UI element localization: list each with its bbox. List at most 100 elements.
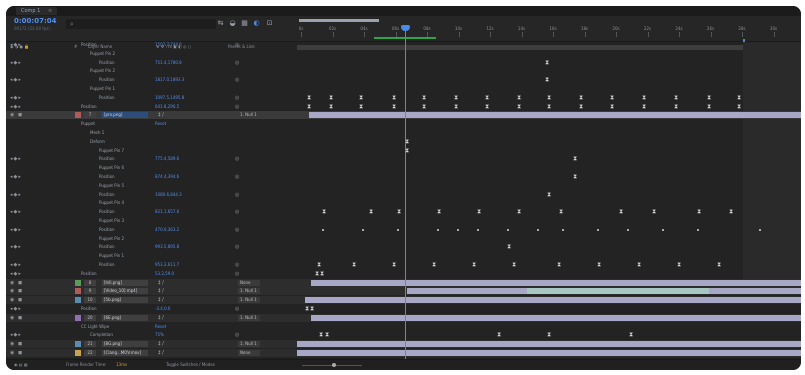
- keyframe-icon[interactable]: ⧗: [310, 306, 314, 312]
- group-name[interactable]: Puppet Pin 4: [99, 199, 124, 207]
- layer-switches[interactable]: ◉ ◼: [10, 340, 23, 348]
- label-color-swatch[interactable]: [75, 350, 81, 356]
- keyframe-icon[interactable]: ⧗: [329, 94, 333, 101]
- keyframe-icon[interactable]: ⧗: [547, 191, 551, 198]
- keyframe-icon[interactable]: ⧗: [579, 94, 583, 101]
- keyframe-icon[interactable]: ⧗: [307, 103, 311, 110]
- timeline-track[interactable]: ⧗: [297, 243, 801, 251]
- keyframe-icon[interactable]: ⧗: [317, 262, 321, 268]
- timeline-track[interactable]: ⧗: [297, 173, 801, 181]
- keyframe-icon[interactable]: ⧗: [392, 103, 396, 110]
- property-name[interactable]: Position: [99, 243, 115, 251]
- parent-dropdown[interactable]: 1. Null 1: [238, 288, 260, 295]
- keyframe-navigator[interactable]: ◂◆▸: [10, 155, 22, 163]
- layer-switch-icons[interactable]: ‡ /: [158, 296, 164, 304]
- layer-duration-bar[interactable]: [297, 350, 801, 356]
- expression-icon[interactable]: ◎: [235, 270, 239, 278]
- property-group-row[interactable]: Puppet Pin 2: [6, 50, 801, 58]
- expression-icon[interactable]: ◎: [235, 261, 239, 269]
- keyframe-navigator[interactable]: ◂◆▸: [10, 261, 22, 269]
- keyframe-dot[interactable]: [662, 228, 664, 231]
- expression-icon[interactable]: ◎: [235, 41, 239, 49]
- group-name[interactable]: Deform: [90, 138, 105, 146]
- keyframe-icon[interactable]: ⧗: [674, 103, 678, 110]
- property-name[interactable]: Position: [99, 191, 115, 199]
- property-group-row[interactable]: Mesh 1: [6, 129, 801, 137]
- expression-icon[interactable]: ◎: [235, 76, 239, 84]
- keyframe-icon[interactable]: ⧗: [397, 209, 401, 215]
- keyframe-navigator[interactable]: ◂◆▸: [10, 243, 22, 251]
- keyframe-icon[interactable]: ⧗: [485, 94, 489, 101]
- group-name[interactable]: Puppet Pin 2: [90, 50, 115, 58]
- keyframe-icon[interactable]: ⧗: [485, 103, 489, 110]
- timeline-track[interactable]: [297, 67, 801, 75]
- keyframe-icon[interactable]: ⧗: [507, 244, 511, 250]
- keyframe-icon[interactable]: ⧗: [610, 103, 614, 110]
- keyframe-navigator[interactable]: ◂◆▸: [10, 331, 22, 339]
- property-name[interactable]: Position: [99, 76, 115, 84]
- keyframe-dot[interactable]: [537, 228, 539, 231]
- keyframe-icon[interactable]: ⧗: [642, 94, 646, 101]
- layer-name[interactable]: [8G.png]: [102, 341, 148, 348]
- group-name[interactable]: Puppet Pin 1: [99, 252, 124, 260]
- layer-duration-bar[interactable]: [297, 341, 801, 348]
- timeline-track[interactable]: ⧗: [297, 155, 801, 163]
- keyframe-navigator[interactable]: ◂◆▸: [10, 94, 22, 102]
- expression-icon[interactable]: ◎: [235, 208, 239, 216]
- group-name[interactable]: Puppet Pin 6: [99, 164, 124, 172]
- shy-layers-icon[interactable]: ◒: [228, 19, 237, 28]
- keyframe-icon[interactable]: ⧗: [559, 209, 563, 215]
- property-value[interactable]: 1080.6,844.3: [155, 191, 182, 199]
- property-group-row[interactable]: Puppet Pin 3: [6, 217, 801, 225]
- property-group-row[interactable]: Puppet Reset: [6, 120, 801, 128]
- property-row[interactable]: ◂◆▸ Position 1097.5,1495.8 ◎ ⧗ ⧗ ⧗ ⧗ ⧗ ⧗ ⧗ ⧗ ⧗ ⧗ ⧗ ⧗ ⧗ ⧗ ⧗: [6, 94, 801, 102]
- keyframe-navigator[interactable]: ◂◆▸: [10, 173, 22, 181]
- parent-dropdown[interactable]: None: [238, 279, 260, 286]
- property-name[interactable]: Position: [99, 94, 115, 102]
- keyframe-icon[interactable]: ⧗: [422, 103, 426, 110]
- property-value[interactable]: 53.2,59.0: [155, 270, 174, 278]
- group-name[interactable]: CC Light Wipe: [81, 323, 109, 331]
- keyframe-icon[interactable]: ⧗: [359, 103, 363, 110]
- keyframe-navigator[interactable]: ◂◆▸: [10, 305, 22, 313]
- timeline-track[interactable]: [297, 314, 801, 322]
- layer-duration-bar[interactable]: [309, 112, 801, 119]
- property-group-row[interactable]: Puppet Pin 4: [6, 199, 801, 207]
- expression-icon[interactable]: ◎: [235, 94, 239, 102]
- timeline-track[interactable]: [297, 323, 801, 331]
- keyframe-dot[interactable]: [477, 228, 479, 231]
- footer-icons[interactable]: ◉ ▤ ▦: [14, 362, 28, 367]
- property-group-row[interactable]: Deform ⧗: [6, 138, 801, 146]
- property-group-row[interactable]: Puppet Pin 7 ⧗: [6, 147, 801, 155]
- search-input[interactable]: ⌕: [66, 19, 216, 29]
- keyframe-icon[interactable]: ⧗: [359, 94, 363, 101]
- keyframe-dot[interactable]: [322, 228, 324, 231]
- expression-icon[interactable]: ◎: [235, 226, 239, 234]
- timeline-track[interactable]: ⧗ ⧗: [297, 305, 801, 313]
- keyframe-icon[interactable]: ⧗: [369, 209, 373, 215]
- property-row[interactable]: ◂◆▸ Position 751.4,1780.8 ◎ ⧗: [6, 59, 801, 67]
- property-name[interactable]: Position: [99, 226, 115, 234]
- keyframe-dot[interactable]: [627, 228, 629, 231]
- keyframe-icon[interactable]: ⧗: [579, 103, 583, 110]
- layer-switches[interactable]: ◉ ◼: [10, 314, 23, 322]
- property-value[interactable]: Reset: [155, 120, 166, 128]
- group-name[interactable]: Puppet: [81, 120, 95, 128]
- property-row[interactable]: ◂◆▸ Position 775.4,589.6 ◎ ⧗: [6, 155, 801, 163]
- layer-name[interactable]: [6E.png]: [102, 314, 148, 321]
- keyframe-icon[interactable]: ⧗: [512, 262, 516, 268]
- property-group-row[interactable]: Puppet Pin 5: [6, 182, 801, 190]
- keyframe-icon[interactable]: ⧗: [325, 332, 329, 338]
- group-name[interactable]: Puppet Pin 3: [99, 217, 124, 225]
- property-row[interactable]: ◂◆▸ Position 821.1,657.6 ◎ ⧗ ⧗ ⧗ ⧗ ⧗ ⧗ ⧗ ⧗ ⧗ ⧗ ⧗: [6, 208, 801, 216]
- keyframe-icon[interactable]: ⧗: [454, 94, 458, 101]
- timeline-track[interactable]: [297, 41, 801, 49]
- keyframe-icon[interactable]: ⧗: [737, 103, 741, 110]
- keyframe-icon[interactable]: ⧗: [305, 306, 309, 312]
- motion-blur-icon[interactable]: ◐: [252, 19, 261, 28]
- property-row[interactable]: ◂◆▸ Position 953.3,611.7 ◎ ⧗ ⧗ ⧗ ⧗ ⧗ ⧗ ⧗ ⧗ ⧗ ⧗ ⧗: [6, 261, 801, 269]
- keyframe-navigator[interactable]: ◂◆▸: [10, 191, 22, 199]
- layer-row[interactable]: ◉ ◼ 9 [Video_10].mp4] ‡ / 1. Null 1: [6, 287, 801, 296]
- keyframe-icon[interactable]: ⧗: [707, 94, 711, 101]
- keyframe-icon[interactable]: ⧗: [517, 103, 521, 110]
